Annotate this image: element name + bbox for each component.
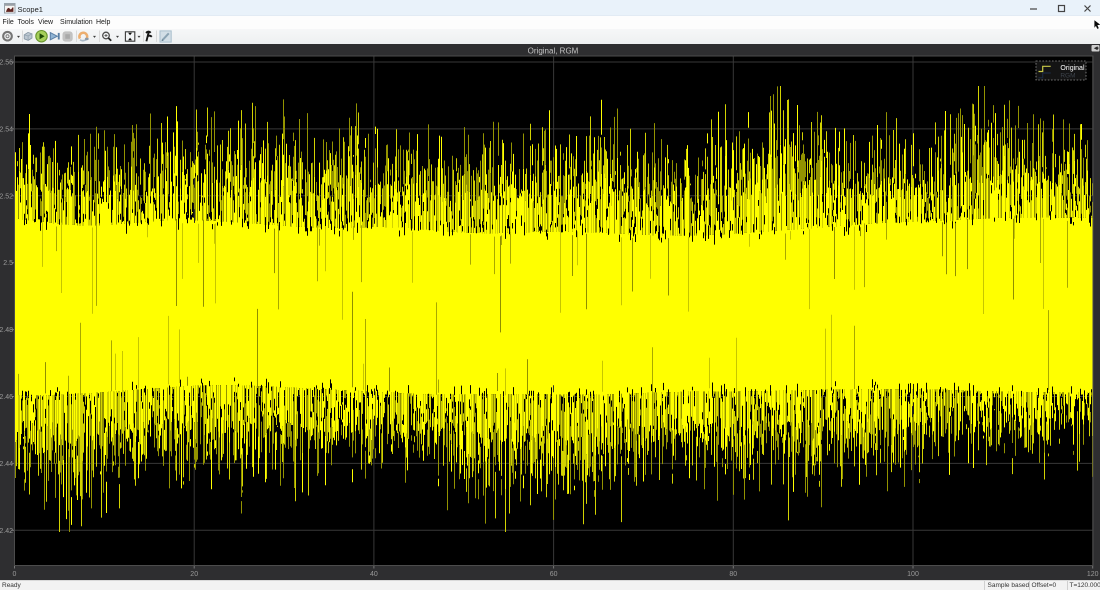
svg-text:40: 40 <box>370 571 378 578</box>
svg-text:20: 20 <box>190 571 198 578</box>
svg-text:2.42: 2.42 <box>0 528 13 535</box>
svg-text:Original, RGM: Original, RGM <box>528 47 579 56</box>
svg-text:2.56: 2.56 <box>0 60 13 67</box>
svg-text:100: 100 <box>907 571 919 578</box>
svg-text:RGM: RGM <box>1060 73 1075 80</box>
svg-text:2.5: 2.5 <box>3 260 13 267</box>
svg-text:60: 60 <box>550 571 558 578</box>
svg-text:2.52: 2.52 <box>0 193 13 200</box>
svg-text:2.46: 2.46 <box>0 394 13 401</box>
svg-text:2.48: 2.48 <box>0 327 13 334</box>
svg-text:120: 120 <box>1087 571 1099 578</box>
svg-text:80: 80 <box>729 571 737 578</box>
svg-text:Original: Original <box>1060 65 1085 72</box>
svg-text:2.44: 2.44 <box>0 461 13 468</box>
svg-text:0: 0 <box>13 571 17 578</box>
svg-text:2.54: 2.54 <box>0 126 13 133</box>
